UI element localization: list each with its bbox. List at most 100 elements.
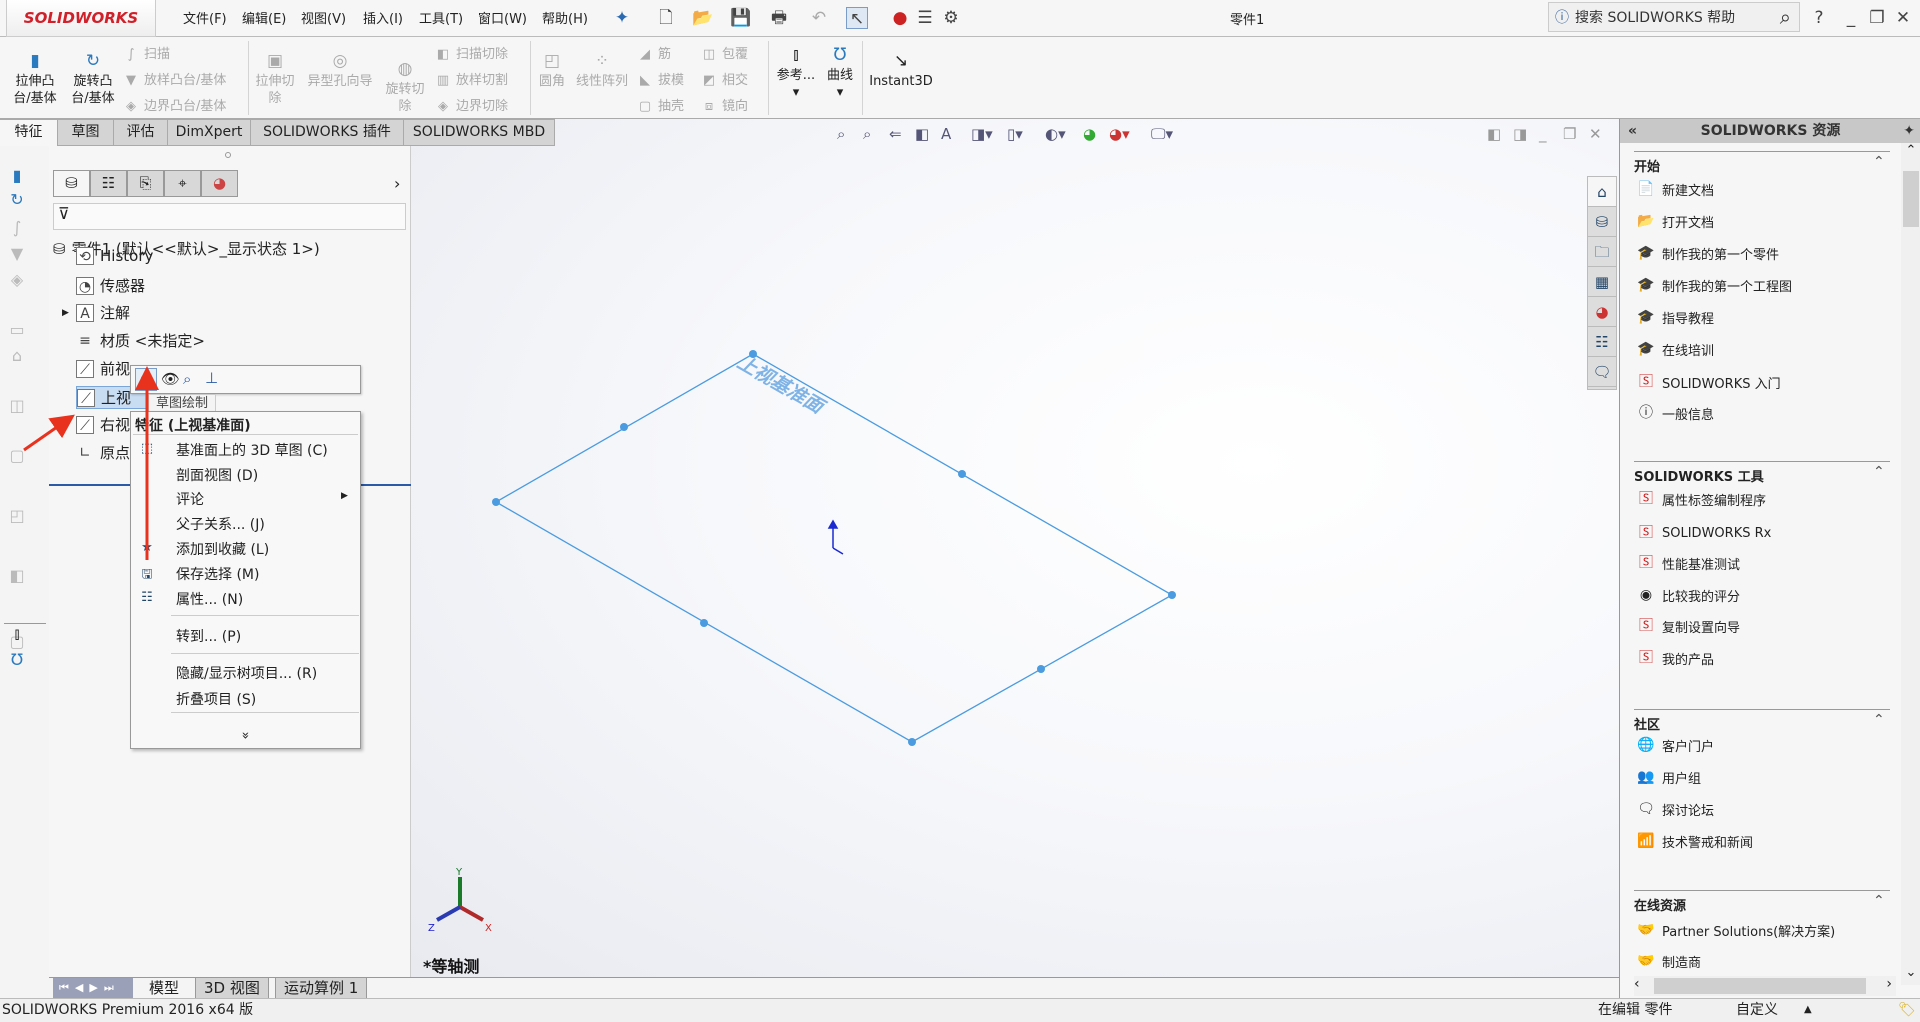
- chevron-right-icon[interactable]: ›: [394, 174, 400, 193]
- context-menu-item[interactable]: 属性... (N): [176, 589, 243, 609]
- task-pane-link[interactable]: 🤝 Partner Solutions(解决方案): [1636, 920, 1835, 940]
- extrude-icon[interactable]: ▮: [6, 166, 28, 188]
- undo-icon[interactable]: ↶: [808, 7, 830, 29]
- mirror-button[interactable]: ⧈ 镜向: [700, 95, 748, 114]
- boundary-icon[interactable]: ◈: [6, 270, 28, 292]
- zoom-to-selection-icon[interactable]: ⌕: [183, 370, 191, 388]
- expand-menu-icon[interactable]: »: [237, 732, 252, 740]
- collapse-caret-icon[interactable]: ⌃: [1873, 154, 1885, 170]
- file-properties-icon[interactable]: ☰: [914, 7, 936, 29]
- options-gear-icon[interactable]: ⚙: [940, 7, 962, 29]
- minimize-icon[interactable]: _: [1840, 7, 1862, 29]
- tab-dimxpert[interactable]: DimXpert: [168, 119, 251, 146]
- boundary-boss-button[interactable]: ◈ 边界凸台/基体: [122, 95, 226, 114]
- revolve-cut-button[interactable]: ◍ 旋转切除: [382, 59, 428, 115]
- feature-manager-tab[interactable]: ⛁: [53, 170, 90, 197]
- shell-icon[interactable]: ▢: [6, 446, 28, 468]
- print-icon[interactable]: 🖶: [768, 7, 790, 29]
- draft-button[interactable]: ◣ 拔模: [636, 69, 684, 88]
- property-manager-tab[interactable]: ☷: [90, 170, 127, 197]
- plane-handle[interactable]: [1037, 665, 1045, 673]
- tree-item[interactable]: ∟ 原点: [76, 442, 130, 463]
- context-menu-item[interactable]: 添加到收藏 (L): [176, 539, 269, 559]
- task-pane-link[interactable]: 🎓 制作我的第一个工程图: [1636, 275, 1792, 295]
- linear-pattern-button[interactable]: ⁘ 线性阵列: [572, 51, 632, 90]
- plane-handle[interactable]: [700, 619, 708, 627]
- plane-handle[interactable]: [1168, 591, 1176, 599]
- task-pane-link[interactable]: 🗨 探讨论坛: [1636, 799, 1714, 819]
- sweep-icon[interactable]: ∫: [6, 218, 28, 240]
- reference-geometry-icon[interactable]: ⫾: [6, 624, 28, 646]
- task-pane-link[interactable]: 🅂 性能基准测试: [1636, 553, 1740, 573]
- fillet-button[interactable]: ◰ 圆角: [534, 51, 570, 90]
- tree-item[interactable]: ◔ 传感器: [76, 275, 145, 296]
- plane-handle[interactable]: [908, 738, 916, 746]
- tab-scroll-buttons[interactable]: ⏮◀▶⏭: [53, 978, 133, 998]
- task-pane-link[interactable]: 🎓 指导教程: [1636, 307, 1714, 327]
- task-pane-link[interactable]: 🤝 制造商: [1636, 951, 1701, 971]
- surface-icon[interactable]: ▭: [6, 320, 28, 342]
- tab-sketch[interactable]: 草图: [58, 119, 114, 146]
- loft-cut-button[interactable]: ▥ 放样切割: [434, 69, 508, 88]
- help-question-icon[interactable]: ?: [1808, 7, 1830, 29]
- task-pane-link[interactable]: 🎓 制作我的第一个零件: [1636, 243, 1779, 263]
- tab-evaluate[interactable]: 评估: [114, 119, 168, 146]
- appearances-icon[interactable]: ◕: [1588, 297, 1616, 327]
- boundary-cut-button[interactable]: ◈ 边界切除: [434, 95, 508, 114]
- extrude-cut-button[interactable]: ▣ 拉伸切除: [252, 51, 298, 107]
- tree-item[interactable]: ⟲ History: [76, 247, 153, 265]
- task-pane-link[interactable]: 👥 用户组: [1636, 767, 1701, 787]
- menu-insert[interactable]: 插入(I): [363, 8, 403, 27]
- scroll-left-icon[interactable]: ‹: [1634, 976, 1640, 992]
- curves-button[interactable]: Ʊ 曲线 ▾: [822, 45, 858, 101]
- menu-view[interactable]: 视图(V): [301, 8, 346, 27]
- curves-icon[interactable]: Ʊ: [6, 650, 28, 672]
- menu-file[interactable]: 文件(F): [183, 8, 227, 27]
- vertical-scrollbar[interactable]: ⌃ ⌄: [1901, 143, 1920, 985]
- new-document-icon[interactable]: 🗋: [655, 7, 677, 29]
- revolve-boss-button[interactable]: ↻ 旋转凸台/基体: [66, 51, 120, 107]
- horizontal-scrollbar[interactable]: ‹ ›: [1634, 976, 1896, 996]
- loft-icon[interactable]: ▼: [6, 244, 28, 266]
- task-pane-link[interactable]: 🎓 在线培训: [1636, 339, 1714, 359]
- scroll-thumb[interactable]: [1654, 978, 1866, 994]
- context-menu-item[interactable]: 转到... (P): [176, 626, 241, 646]
- tab-features[interactable]: 特征: [0, 119, 58, 146]
- task-pane-link[interactable]: 🅂 SOLIDWORKS 入门: [1636, 372, 1781, 392]
- collapse-caret-icon[interactable]: ⌃: [1873, 464, 1885, 480]
- context-menu-item[interactable]: 基准面上的 3D 草图 (C): [176, 440, 328, 460]
- collapse-caret-icon[interactable]: ⌃: [1873, 712, 1885, 728]
- tree-filter-input[interactable]: ⊽: [53, 203, 406, 230]
- task-pane-link[interactable]: 🌐 客户门户: [1636, 735, 1714, 755]
- pin-icon[interactable]: ✦: [1903, 119, 1915, 143]
- units-dropdown-icon[interactable]: ▲: [1804, 999, 1812, 1021]
- revolve-icon[interactable]: ↻: [6, 190, 28, 212]
- tree-item[interactable]: ⟋ 前视: [76, 358, 130, 379]
- select-icon[interactable]: ↖: [846, 7, 868, 29]
- cut-icon[interactable]: ◧: [6, 566, 28, 588]
- context-menu-item[interactable]: 剖面视图 (D): [176, 465, 258, 485]
- save-icon[interactable]: 💾: [730, 7, 752, 29]
- intersect-button[interactable]: ◩ 相交: [700, 69, 748, 88]
- search-icon[interactable]: ⌕: [1780, 5, 1791, 29]
- task-pane-link[interactable]: ◉ 比较我的评分: [1636, 585, 1740, 605]
- dimxpert-manager-tab[interactable]: ⌖: [164, 170, 201, 197]
- plane-handle[interactable]: [492, 498, 500, 506]
- tree-item[interactable]: ▶ A 注解: [62, 302, 130, 323]
- tab-mbd[interactable]: SOLIDWORKS MBD: [404, 119, 555, 146]
- shell-button[interactable]: ▢ 抽壳: [636, 95, 684, 114]
- tab-model[interactable]: 模型: [141, 978, 188, 999]
- task-pane-link[interactable]: 📄 新建文档: [1636, 179, 1714, 199]
- dome-icon[interactable]: ⌂: [6, 346, 28, 368]
- file-explorer-icon[interactable]: 🗀: [1588, 237, 1616, 267]
- scroll-down-icon[interactable]: ⌄: [1901, 965, 1920, 985]
- scroll-up-icon[interactable]: ⌃: [1901, 143, 1920, 163]
- open-icon[interactable]: 📂: [692, 7, 714, 29]
- menu-help[interactable]: 帮助(H): [542, 8, 588, 27]
- scroll-right-icon[interactable]: ›: [1886, 976, 1892, 992]
- tag-icon[interactable]: 🏷: [1898, 999, 1916, 1021]
- sweep-cut-button[interactable]: ◧ 扫描切除: [434, 43, 508, 62]
- collapse-caret-icon[interactable]: ⌃: [1873, 893, 1885, 909]
- solidworks-logo[interactable]: SOLIDWORKS: [6, 0, 156, 37]
- task-pane-link[interactable]: 🅂 我的产品: [1636, 648, 1714, 668]
